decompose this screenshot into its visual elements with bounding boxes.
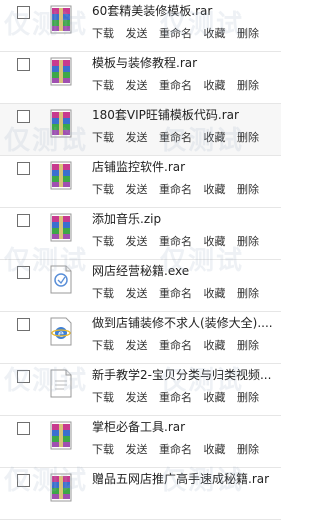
list-item: 掌柜必备工具.rar 下载 发送 重命名 收藏 删除	[0, 416, 281, 468]
file-actions: 下载 发送 重命名 收藏 删除	[92, 27, 267, 41]
rename-link[interactable]: 重命名	[159, 287, 192, 300]
file-actions: 下载 发送 重命名 收藏 删除	[92, 235, 267, 249]
row-checkbox[interactable]	[17, 370, 30, 383]
favorite-link[interactable]: 收藏	[204, 131, 226, 144]
delete-link[interactable]: 删除	[237, 27, 259, 40]
file-name[interactable]: 店铺监控软件.rar	[92, 159, 280, 175]
file-actions: 下载 发送 重命名 收藏 删除	[92, 287, 267, 301]
download-link[interactable]: 下载	[92, 339, 114, 352]
send-link[interactable]: 发送	[126, 287, 148, 300]
download-link[interactable]: 下载	[92, 183, 114, 196]
row-checkbox[interactable]	[17, 422, 30, 435]
favorite-link[interactable]: 收藏	[204, 183, 226, 196]
rename-link[interactable]: 重命名	[159, 235, 192, 248]
file-name[interactable]: 做到店铺装修不求人(装修大全)....	[92, 315, 280, 331]
file-name[interactable]: 180套VIP旺铺模板代码.rar	[92, 107, 280, 123]
file-name[interactable]: 网店经营秘籍.exe	[92, 263, 280, 279]
download-link[interactable]: 下载	[92, 287, 114, 300]
file-actions: 下载 发送 重命名 收藏 删除	[92, 391, 267, 405]
rename-link[interactable]: 重命名	[159, 183, 192, 196]
favorite-link[interactable]: 收藏	[204, 235, 226, 248]
delete-link[interactable]: 删除	[237, 339, 259, 352]
delete-link[interactable]: 删除	[237, 235, 259, 248]
download-link[interactable]: 下载	[92, 131, 114, 144]
file-name[interactable]: 模板与装修教程.rar	[92, 55, 280, 71]
rar-archive-icon	[48, 160, 74, 190]
send-link[interactable]: 发送	[126, 443, 148, 456]
favorite-link[interactable]: 收藏	[204, 443, 226, 456]
file-name[interactable]: 60套精美装修模板.rar	[92, 3, 280, 19]
rar-archive-icon	[48, 56, 74, 86]
rar-archive-icon	[48, 4, 74, 34]
delete-link[interactable]: 删除	[237, 183, 259, 196]
favorite-link[interactable]: 收藏	[204, 391, 226, 404]
send-link[interactable]: 发送	[126, 235, 148, 248]
rename-link[interactable]: 重命名	[159, 79, 192, 92]
favorite-link[interactable]: 收藏	[204, 27, 226, 40]
send-link[interactable]: 发送	[126, 183, 148, 196]
delete-link[interactable]: 删除	[237, 287, 259, 300]
download-link[interactable]: 下载	[92, 27, 114, 40]
file-actions: 下载 发送 重命名 收藏 删除	[92, 79, 267, 93]
file-actions: 下载 发送 重命名 收藏 删除	[92, 339, 267, 353]
list-item: 180套VIP旺铺模板代码.rar 下载 发送 重命名 收藏 删除	[0, 104, 281, 156]
file-name[interactable]: 添加音乐.zip	[92, 211, 280, 227]
file-name[interactable]: 新手教学2-宝贝分类与归类视频...	[92, 367, 280, 383]
rar-archive-icon	[48, 108, 74, 138]
generic-file-icon	[48, 368, 74, 398]
row-checkbox[interactable]	[17, 474, 30, 487]
row-checkbox[interactable]	[17, 58, 30, 71]
send-link[interactable]: 发送	[126, 391, 148, 404]
send-link[interactable]: 发送	[126, 79, 148, 92]
row-checkbox[interactable]	[17, 162, 30, 175]
rename-link[interactable]: 重命名	[159, 27, 192, 40]
file-actions: 下载 发送 重命名 收藏 删除	[92, 131, 267, 145]
delete-link[interactable]: 删除	[237, 443, 259, 456]
rar-archive-icon	[48, 472, 74, 502]
rename-link[interactable]: 重命名	[159, 391, 192, 404]
delete-link[interactable]: 删除	[237, 79, 259, 92]
rar-archive-icon	[48, 420, 74, 450]
exe-file-icon	[48, 264, 74, 294]
file-name[interactable]: 掌柜必备工具.rar	[92, 419, 280, 435]
zip-archive-icon	[48, 212, 74, 242]
list-item: 网店经营秘籍.exe 下载 发送 重命名 收藏 删除	[0, 260, 281, 312]
download-link[interactable]: 下载	[92, 443, 114, 456]
list-item: 模板与装修教程.rar 下载 发送 重命名 收藏 删除	[0, 52, 281, 104]
ie-file-icon: e	[48, 316, 74, 346]
send-link[interactable]: 发送	[126, 131, 148, 144]
row-checkbox[interactable]	[17, 6, 30, 19]
rename-link[interactable]: 重命名	[159, 443, 192, 456]
send-link[interactable]: 发送	[126, 27, 148, 40]
file-name[interactable]: 赠品五网店推广高手速成秘籍.rar	[92, 471, 280, 487]
favorite-link[interactable]: 收藏	[204, 339, 226, 352]
row-checkbox[interactable]	[17, 110, 30, 123]
file-list: 60套精美装修模板.rar 下载 发送 重命名 收藏 删除 模板与装修教程.ra…	[0, 0, 281, 520]
rename-link[interactable]: 重命名	[159, 339, 192, 352]
list-item: 赠品五网店推广高手速成秘籍.rar	[0, 468, 281, 520]
file-actions: 下载 发送 重命名 收藏 删除	[92, 443, 267, 457]
download-link[interactable]: 下载	[92, 235, 114, 248]
list-item: 店铺监控软件.rar 下载 发送 重命名 收藏 删除	[0, 156, 281, 208]
file-actions: 下载 发送 重命名 收藏 删除	[92, 183, 267, 197]
row-checkbox[interactable]	[17, 214, 30, 227]
list-item: 添加音乐.zip 下载 发送 重命名 收藏 删除	[0, 208, 281, 260]
favorite-link[interactable]: 收藏	[204, 79, 226, 92]
row-checkbox[interactable]	[17, 266, 30, 279]
delete-link[interactable]: 删除	[237, 131, 259, 144]
send-link[interactable]: 发送	[126, 339, 148, 352]
download-link[interactable]: 下载	[92, 391, 114, 404]
list-item: e 做到店铺装修不求人(装修大全).... 下载 发送 重命名 收藏 删除	[0, 312, 281, 364]
list-item: 新手教学2-宝贝分类与归类视频... 下载 发送 重命名 收藏 删除	[0, 364, 281, 416]
rename-link[interactable]: 重命名	[159, 131, 192, 144]
download-link[interactable]: 下载	[92, 79, 114, 92]
delete-link[interactable]: 删除	[237, 391, 259, 404]
row-checkbox[interactable]	[17, 318, 30, 331]
favorite-link[interactable]: 收藏	[204, 287, 226, 300]
list-item: 60套精美装修模板.rar 下载 发送 重命名 收藏 删除	[0, 0, 281, 52]
